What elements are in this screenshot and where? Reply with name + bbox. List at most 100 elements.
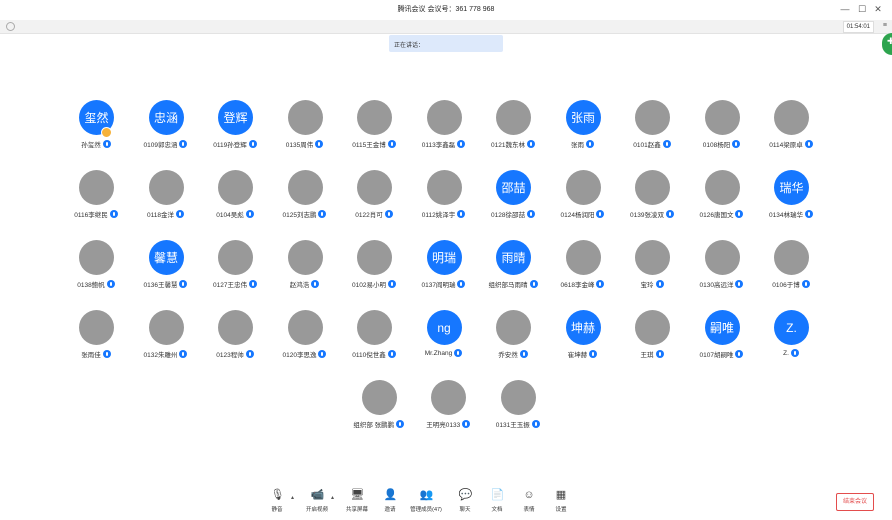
participant-name: 0137阎明瑞 <box>421 282 456 289</box>
participant-tile[interactable]: 忠涵 0109郭忠涵 <box>131 100 201 160</box>
participant-name-row: 王明亮0133 <box>413 419 483 429</box>
participant-name-row: 孙玺然 <box>61 139 131 149</box>
window-title: 腾讯会议 会议号：361 778 968 <box>397 6 495 13</box>
participant-name: 0107胡嗣唯 <box>699 352 734 359</box>
participant-tile[interactable]: 瑞华 0134林瑞华 <box>756 170 826 230</box>
participant-tile[interactable]: 0115王金博 <box>339 100 409 160</box>
participant-name: 0104吴彪 <box>216 212 244 219</box>
info-icon[interactable] <box>6 22 15 31</box>
participant-name-row: 0127王忠伟 <box>200 279 270 289</box>
participant-name: 0110倪世鑫 <box>352 352 386 359</box>
avatar <box>704 100 740 135</box>
participant-tile[interactable]: 0113李鑫磊 <box>409 100 479 160</box>
participant-name-row: 0116李继民 <box>61 209 131 219</box>
video-options-caret[interactable]: ▴ <box>331 494 334 501</box>
participant-tile[interactable]: 嗣唯 0107胡嗣唯 <box>687 310 757 370</box>
participant-tile[interactable]: 乔安然 <box>478 310 548 370</box>
avatar <box>565 170 601 205</box>
participant-tile[interactable]: 0130高远洋 <box>687 240 757 300</box>
participant-tile[interactable]: 明瑞 0137阎明瑞 <box>409 240 479 300</box>
participant-name-row: 0113李鑫磊 <box>409 139 479 149</box>
participant-tile[interactable]: 0138鲍帆 <box>61 240 131 300</box>
avatar <box>426 170 462 205</box>
participant-tile[interactable]: 0106于博 <box>756 240 826 300</box>
participant-name-row: 0119孙登辉 <box>200 139 270 149</box>
participant-name-row: 0104吴彪 <box>200 209 270 219</box>
meeting-toolbar: 🎙 静音 ▴ 📹 开启视频 ▴ 🖥 共享屏幕 👤 邀请 👥 管理成员(47) 💬… <box>0 485 892 520</box>
participant-tile[interactable]: 0121魏东林 <box>478 100 548 160</box>
mic-muted-icon <box>596 280 605 288</box>
participant-tile[interactable]: 王明亮0133 <box>413 380 483 440</box>
participant-tile[interactable]: 0124杨润阳 <box>548 170 618 230</box>
avatar: ng <box>426 310 462 345</box>
participant-tile[interactable]: 张雨佳 <box>61 310 131 370</box>
avatar: 馨慧 <box>148 240 184 275</box>
participant-name-row: 张雨佳 <box>61 349 131 359</box>
participant-tile[interactable]: 0126唐国文 <box>687 170 757 230</box>
participant-tile[interactable]: 0120李思逸 <box>270 310 340 370</box>
participant-tile[interactable]: 雨晴 组织部马雨晴 <box>478 240 548 300</box>
participant-tile[interactable]: 王琪 <box>617 310 687 370</box>
participant-tile[interactable]: 登辉 0119孙登辉 <box>200 100 270 160</box>
participant-name: 0119孙登辉 <box>213 142 247 149</box>
participant-tile[interactable]: 0104吴彪 <box>200 170 270 230</box>
participant-tile[interactable]: 0132朱雕州 <box>131 310 201 370</box>
settings-button[interactable]: ▦ 设置 <box>541 489 581 519</box>
participant-tile[interactable]: 坤赫 崔坤赫 <box>548 310 618 370</box>
manage-members-button[interactable]: 👥 管理成员(47) <box>406 489 446 519</box>
participant-tile[interactable]: 0125刘志鹏 <box>270 170 340 230</box>
avatar: 瑞华 <box>774 170 809 205</box>
participant-name: 0114梁原卓 <box>769 142 803 149</box>
participant-tile[interactable]: 张雨 张雨 <box>548 100 618 160</box>
invite-button[interactable]: 👤 邀请 <box>370 489 410 519</box>
minimize-button[interactable]: — <box>838 2 852 16</box>
participant-tile[interactable]: 组织部 张鹏鹏 <box>344 380 414 440</box>
avatar <box>426 100 462 135</box>
participant-tile[interactable]: 玺然 孙玺然 <box>61 100 131 160</box>
participant-name-row: 0108杨阳 <box>687 139 757 149</box>
participant-tile[interactable]: 0108杨阳 <box>687 100 757 160</box>
mic-muted-icon <box>655 280 664 288</box>
mic-muted-icon <box>384 210 393 218</box>
mic-muted-icon <box>531 420 540 428</box>
menu-icon[interactable]: ≡ <box>883 21 887 31</box>
side-floating-widget[interactable]: ✚ <box>882 33 892 55</box>
participant-name-row: 0131王玉振 <box>483 419 553 429</box>
participant-tile[interactable]: 0118金洋 <box>131 170 201 230</box>
participant-tile[interactable]: 0101赵鑫 <box>617 100 687 160</box>
participant-name-row: 王琪 <box>617 349 687 359</box>
mic-muted-icon <box>248 140 257 148</box>
avatar: 雨晴 <box>496 240 531 275</box>
participant-tile[interactable]: 0102易小明 <box>339 240 409 300</box>
mic-muted-icon <box>106 280 115 288</box>
participant-tile[interactable]: 邵喆 0128徐邵喆 <box>478 170 548 230</box>
participant-tile[interactable]: 0123程帅 <box>200 310 270 370</box>
avatar <box>287 100 323 135</box>
participant-tile[interactable]: 0122肖可 <box>339 170 409 230</box>
participant-tile[interactable]: 宝玲 <box>617 240 687 300</box>
mute-options-caret[interactable]: ▴ <box>291 494 294 501</box>
participant-name-row: 0138鲍帆 <box>61 279 131 289</box>
participant-tile[interactable]: 赵鸿浩 <box>270 240 340 300</box>
close-button[interactable]: ✕ <box>871 2 885 16</box>
participant-tile[interactable]: 0114梁原卓 <box>756 100 826 160</box>
mic-muted-icon <box>732 140 741 148</box>
participant-tile[interactable]: 0127王忠伟 <box>200 240 270 300</box>
participant-tile[interactable]: 馨慧 0136王馨慧 <box>131 240 201 300</box>
maximize-button[interactable]: ☐ <box>855 2 869 16</box>
participant-name: 王明亮0133 <box>426 422 461 429</box>
participant-tile[interactable]: 0131王玉振 <box>483 380 553 440</box>
participant-tile[interactable]: Z. Z. <box>756 310 826 370</box>
participant-name: 孙玺然 <box>81 142 101 149</box>
participant-tile[interactable]: 0135周伟 <box>270 100 340 160</box>
participant-tile[interactable]: 0139张凌双 <box>617 170 687 230</box>
participant-tile[interactable]: 0116李继民 <box>61 170 131 230</box>
participant-tile[interactable]: ng Mr.Zhang <box>409 310 479 370</box>
participant-name-row: 组织部马雨晴 <box>478 279 548 289</box>
participant-tile[interactable]: 0112姚泽宇 <box>409 170 479 230</box>
share-screen-icon: 🖥 <box>350 489 365 501</box>
participant-tile[interactable]: 0110倪世鑫 <box>339 310 409 370</box>
participant-name-row: 0122肖可 <box>339 209 409 219</box>
end-meeting-button[interactable]: 结束会议 <box>836 493 874 511</box>
participant-tile[interactable]: 0618李金峰 <box>548 240 618 300</box>
